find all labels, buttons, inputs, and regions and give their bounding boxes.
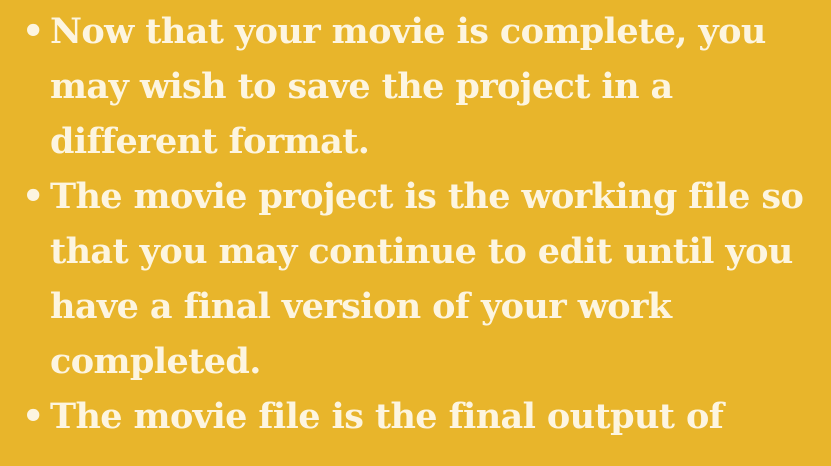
bullet-text: The movie file is the final output of (50, 396, 724, 437)
slide: • Now that your movie is complete, you m… (0, 0, 831, 466)
bullet-dot-icon: • (22, 176, 44, 217)
bullet-text: Now that your movie is complete, you may… (50, 11, 766, 162)
bullet-dot-icon: • (22, 396, 44, 437)
bullet-list: • Now that your movie is complete, you m… (22, 4, 822, 444)
bullet-item-movie-project: • The movie project is the working file … (22, 169, 822, 389)
bullet-text: The movie project is the working file so… (50, 176, 804, 382)
bullet-item-save-format: • Now that your movie is complete, you m… (22, 4, 822, 169)
bullet-item-movie-file: • The movie file is the final output of (22, 389, 822, 444)
bullet-dot-icon: • (22, 11, 44, 52)
